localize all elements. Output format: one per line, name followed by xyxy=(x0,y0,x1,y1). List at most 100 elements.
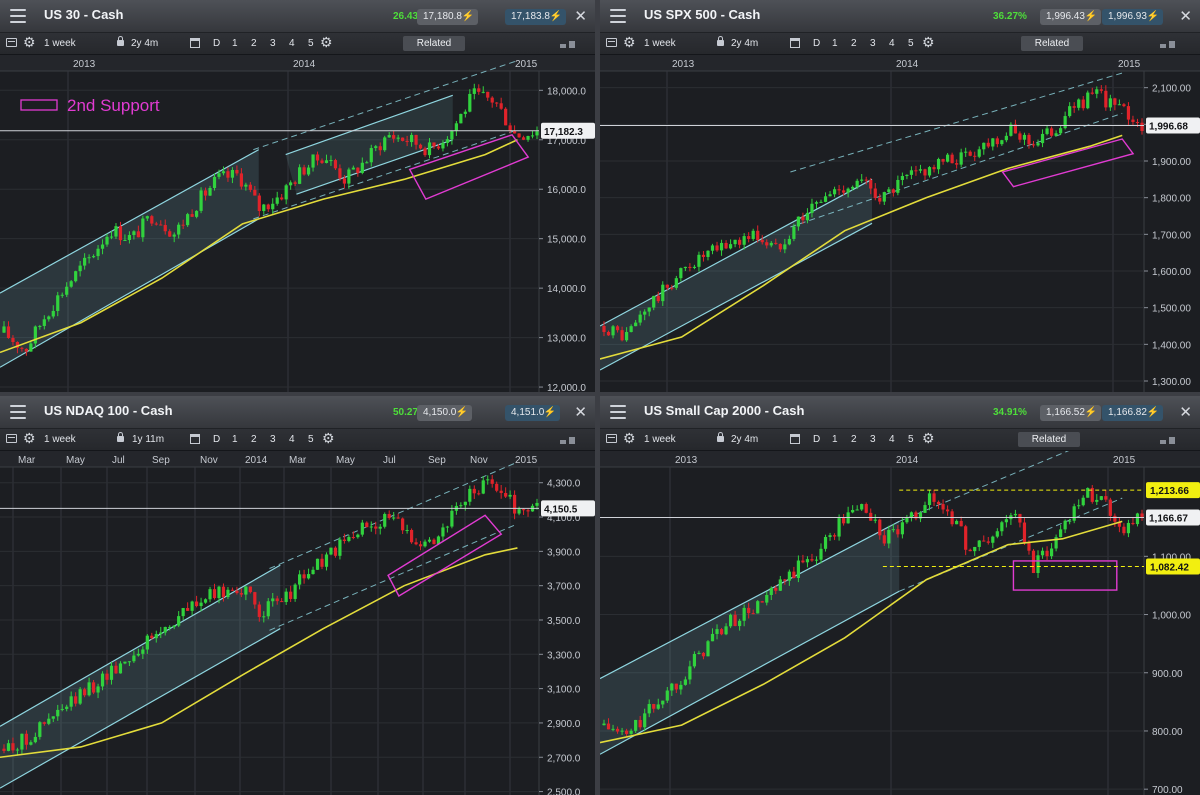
interval-select[interactable]: 1 week xyxy=(44,433,76,446)
menu-icon[interactable] xyxy=(10,405,26,419)
gear-icon[interactable]: ⚙ xyxy=(322,430,335,447)
lock-icon[interactable] xyxy=(717,36,724,46)
price-tick-label: 3,100.0 xyxy=(547,685,581,696)
timeframe-d-button[interactable]: D xyxy=(213,433,220,446)
range-select[interactable]: 2y 4m xyxy=(131,37,158,50)
timeframe-2-button[interactable]: 2 xyxy=(251,37,257,50)
price-chart[interactable]: 2013 2014 2015 1,100.00 1,000.00 900.00 800.00… xyxy=(600,451,1200,795)
timeframe-d-button[interactable]: D xyxy=(813,37,820,50)
interval-select[interactable]: 1 week xyxy=(644,433,676,446)
window-layout-icon[interactable] xyxy=(1160,39,1178,48)
gear-icon[interactable]: ⚙ xyxy=(623,430,636,447)
candle-body xyxy=(284,591,288,603)
gear-icon[interactable]: ⚙ xyxy=(23,430,36,447)
gear-icon[interactable]: ⚙ xyxy=(320,34,333,51)
timeframe-1-button[interactable]: 1 xyxy=(832,433,838,446)
interval-select[interactable]: 1 week xyxy=(644,37,676,50)
candle-body xyxy=(504,492,508,497)
menu-icon[interactable] xyxy=(610,9,626,23)
sell-price-button[interactable]: 1,996.43 ⚡ xyxy=(1040,9,1101,25)
window-layout-icon[interactable] xyxy=(560,39,578,48)
buy-price-button[interactable]: 17,183.8 ⚡ xyxy=(505,9,566,25)
candle-body xyxy=(805,559,810,563)
timeframe-4-button[interactable]: 4 xyxy=(889,433,895,446)
candle-body xyxy=(2,326,6,333)
candle-body xyxy=(190,214,194,217)
calendar-icon[interactable] xyxy=(790,434,800,444)
price-tick-label: 700.00 xyxy=(1152,785,1183,795)
sell-price-button[interactable]: 4,150.0 ⚡ xyxy=(417,405,473,421)
price-chart[interactable]: 2013 2014 2015 18,000.0 17,000.0 16,000.0 15,0… xyxy=(0,55,595,392)
chart-settings-icon[interactable] xyxy=(6,434,17,443)
gear-icon[interactable]: ⚙ xyxy=(922,430,935,447)
candle-body xyxy=(932,167,936,170)
interval-select[interactable]: 1 week xyxy=(44,37,76,50)
gear-icon[interactable]: ⚙ xyxy=(922,34,935,51)
timeframe-4-button[interactable]: 4 xyxy=(289,433,295,446)
range-select[interactable]: 1y 11m xyxy=(132,433,164,446)
close-icon[interactable]: ✕ xyxy=(1179,7,1192,25)
price-chart[interactable]: Mar May Jul Sep Nov 2014 Mar May Jul Sep Nov 2015 4,… xyxy=(0,451,595,795)
calendar-icon[interactable] xyxy=(790,38,800,48)
close-icon[interactable]: ✕ xyxy=(1179,403,1192,421)
timeframe-5-button[interactable]: 5 xyxy=(908,433,914,446)
candle xyxy=(864,502,868,514)
sell-price-button[interactable]: 17,180.8 ⚡ xyxy=(417,9,478,25)
time-tick-label: 2014 xyxy=(896,59,919,70)
gear-icon[interactable]: ⚙ xyxy=(23,34,36,51)
timeframe-5-button[interactable]: 5 xyxy=(908,37,914,50)
candle-body xyxy=(643,713,647,728)
candle-body xyxy=(342,178,347,184)
gear-icon[interactable]: ⚙ xyxy=(623,34,636,51)
timeframe-3-button[interactable]: 3 xyxy=(270,37,276,50)
candle-body xyxy=(706,641,710,657)
lock-icon[interactable] xyxy=(117,432,124,442)
buy-price-button[interactable]: 1,996.93 ⚡ xyxy=(1102,9,1163,25)
timeframe-3-button[interactable]: 3 xyxy=(270,433,276,446)
price-tick-label: 900.00 xyxy=(1152,669,1183,680)
calendar-icon[interactable] xyxy=(190,38,200,48)
menu-icon[interactable] xyxy=(10,9,26,23)
timeframe-2-button[interactable]: 2 xyxy=(851,37,857,50)
range-select[interactable]: 2y 4m xyxy=(731,433,758,446)
window-layout-icon[interactable] xyxy=(560,435,578,444)
calendar-icon[interactable] xyxy=(190,434,200,444)
timeframe-1-button[interactable]: 1 xyxy=(832,37,838,50)
related-button[interactable]: Related xyxy=(1018,432,1080,447)
sell-arrow-icon: ⚡ xyxy=(455,407,469,418)
timeframe-4-button[interactable]: 4 xyxy=(889,37,895,50)
related-button[interactable]: Related xyxy=(1021,36,1083,51)
buy-price-button[interactable]: 4,151.0 ⚡ xyxy=(505,405,561,421)
timeframe-2-button[interactable]: 2 xyxy=(251,433,257,446)
chart-settings-icon[interactable] xyxy=(606,434,617,443)
close-icon[interactable]: ✕ xyxy=(574,7,587,25)
lock-icon[interactable] xyxy=(117,36,124,46)
candle-body xyxy=(1027,542,1031,551)
timeframe-3-button[interactable]: 3 xyxy=(870,433,876,446)
timeframe-1-button[interactable]: 1 xyxy=(232,433,238,446)
timeframe-1-button[interactable]: 1 xyxy=(232,37,238,50)
window-layout-icon[interactable] xyxy=(1160,435,1178,444)
timeframe-5-button[interactable]: 5 xyxy=(308,433,314,446)
lock-icon[interactable] xyxy=(717,432,724,442)
related-button[interactable]: Related xyxy=(403,36,465,51)
timeframe-4-button[interactable]: 4 xyxy=(289,37,295,50)
panel-header: US 30 - Cash 26.43% 17,180.8 ⚡ 17,183.8 ⚡ … xyxy=(0,0,595,33)
timeframe-d-button[interactable]: D xyxy=(213,37,220,50)
close-icon[interactable]: ✕ xyxy=(574,403,587,421)
candle-body xyxy=(783,244,787,250)
percent-change: 36.27% xyxy=(993,11,1027,22)
candle-body xyxy=(436,146,441,149)
range-select[interactable]: 2y 4m xyxy=(731,37,758,50)
price-chart[interactable]: 2013201420152,100.002,000.001,900.001,80… xyxy=(600,55,1200,392)
timeframe-2-button[interactable]: 2 xyxy=(851,433,857,446)
timeframe-3-button[interactable]: 3 xyxy=(870,37,876,50)
candle-body xyxy=(751,230,755,239)
chart-settings-icon[interactable] xyxy=(6,38,17,47)
menu-icon[interactable] xyxy=(610,405,626,419)
buy-price-button[interactable]: 1,166.82 ⚡ xyxy=(1102,405,1163,421)
sell-price-button[interactable]: 1,166.52 ⚡ xyxy=(1040,405,1101,421)
timeframe-d-button[interactable]: D xyxy=(813,433,820,446)
chart-settings-icon[interactable] xyxy=(606,38,617,47)
timeframe-5-button[interactable]: 5 xyxy=(308,37,314,50)
